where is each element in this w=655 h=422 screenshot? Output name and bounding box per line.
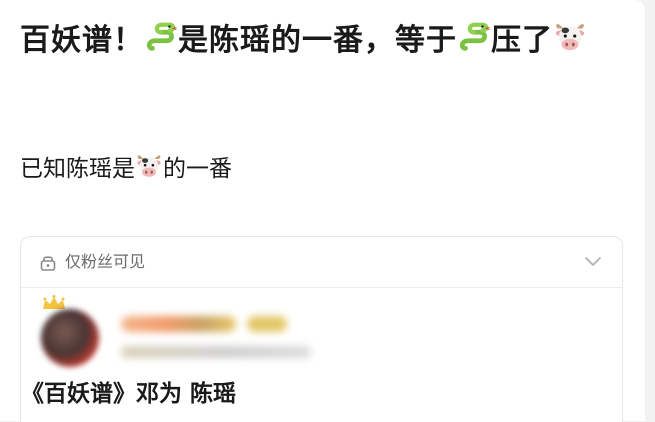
blurred-username[interactable] xyxy=(121,316,236,332)
blurred-post-meta xyxy=(121,346,311,358)
post-body-part1: 已知陈瑶是 xyxy=(20,156,135,182)
visibility-bar[interactable]: 仅粉丝可见 xyxy=(21,237,622,288)
snake-emoji-icon xyxy=(459,22,490,51)
cow-face-emoji-icon xyxy=(555,24,585,51)
visibility-label: 仅粉丝可见 xyxy=(65,252,146,271)
chevron-down-icon[interactable] xyxy=(583,254,603,268)
post-title-part2: 是陈瑶的一番，等于 xyxy=(178,23,457,58)
post-body-part2: 的一番 xyxy=(163,156,232,182)
blurred-badge xyxy=(247,316,287,332)
post-card: 百妖谱！ 是陈瑶的一番，等于 压了 已知陈瑶是 的一番 仅粉丝可见 《百妖谱》邓为 陈… xyxy=(0,0,645,422)
quoted-post-text: 《百妖谱》邓为 陈瑶 xyxy=(21,381,237,407)
post-title-part1: 百妖谱！ xyxy=(20,23,144,58)
avatar[interactable] xyxy=(41,309,99,367)
post-title-part3: 压了 xyxy=(491,23,553,58)
post-body: 已知陈瑶是 的一番 xyxy=(20,152,232,186)
snake-emoji-icon xyxy=(146,22,177,51)
post-title: 百妖谱！ 是陈瑶的一番，等于 压了 xyxy=(20,18,620,64)
cow-face-emoji-icon xyxy=(137,155,161,177)
quoted-post-card[interactable]: 仅粉丝可见 《百妖谱》邓为 陈瑶 xyxy=(20,236,623,422)
fans-only-lock-icon xyxy=(40,256,56,271)
crown-icon xyxy=(43,295,65,309)
